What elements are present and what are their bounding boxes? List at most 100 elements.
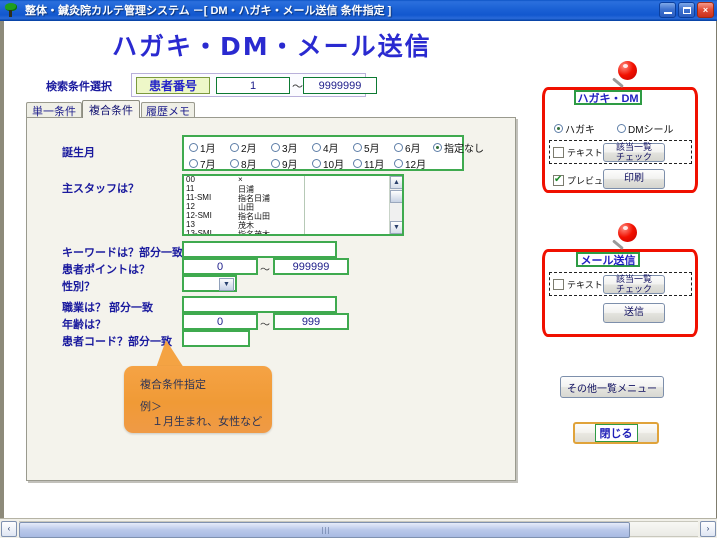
chevron-down-icon: ▼ — [219, 278, 234, 291]
radio-label: 指定なし — [444, 144, 484, 155]
age-from-input[interactable]: 0 — [182, 313, 258, 330]
age-to-input[interactable]: 999 — [273, 313, 349, 330]
radio-month-2[interactable]: 2月 — [230, 140, 257, 155]
radio-month-10[interactable]: 10月 — [312, 156, 344, 171]
radio-media-dm-sticker[interactable]: DMシール — [617, 121, 674, 136]
radio-month-11[interactable]: 11月 — [353, 156, 384, 171]
restore-button[interactable] — [678, 2, 695, 18]
radio-month-5[interactable]: 5月 — [353, 140, 380, 155]
checkbox-icon — [553, 147, 564, 158]
radio-label: 10月 — [323, 160, 345, 171]
radio-label: DMシール — [628, 125, 674, 136]
radio-label: 12月 — [405, 160, 427, 171]
keyword-input[interactable] — [182, 241, 337, 258]
gender-label: 性別？ — [62, 281, 95, 293]
mail-check-list-button[interactable]: 該当一覧 チェック — [603, 274, 665, 294]
radio-dot-icon — [189, 143, 198, 152]
list-item[interactable]: 13-SMI 指名茂木 — [184, 229, 388, 236]
age-range-separator: ～ — [260, 320, 270, 331]
staff-code: 00 — [186, 175, 195, 184]
checkbox-checked-icon — [553, 174, 564, 186]
radio-dot-selected-icon — [433, 143, 442, 152]
condition-tabstrip: 単一条件 複合条件 履歴メモ — [26, 100, 516, 118]
patient-number-range-group: 患者番号 1 ～ 9999999 — [131, 73, 377, 97]
radio-label: 7月 — [200, 160, 216, 171]
print-button[interactable]: 印刷 — [603, 169, 665, 189]
radio-month-6[interactable]: 6月 — [394, 140, 421, 155]
age-label: 年齢は？ — [62, 319, 106, 331]
staff-code: 13 — [186, 220, 195, 229]
main-staff-label: 主スタッフは？ — [62, 183, 139, 195]
gender-select[interactable]: ▼ — [182, 275, 237, 292]
radio-month-8[interactable]: 8月 — [230, 156, 257, 171]
main-staff-listbox[interactable]: 00 × 11 日浦 11-SMI 指名日浦 12 山田 12-SMI 指名山田 13 茂木… — [182, 174, 404, 236]
tab-history-memo[interactable]: 履歴メモ — [141, 102, 195, 118]
radio-label: 6月 — [405, 144, 421, 155]
horizontal-scrollbar[interactable]: ‹ › — [0, 518, 717, 538]
tree-icon — [3, 2, 19, 18]
keyword-label: キーワードは？部分一致 — [62, 247, 183, 259]
radio-dot-icon — [617, 124, 626, 133]
patient-points-to-input[interactable]: 999999 — [273, 258, 349, 275]
scroll-down-icon[interactable]: ▼ — [390, 221, 402, 234]
staff-name: 指名茂木 — [238, 230, 270, 236]
staff-code: 11 — [186, 184, 195, 193]
radio-month-4[interactable]: 4月 — [312, 140, 339, 155]
tab-single-condition[interactable]: 単一条件 — [26, 102, 82, 118]
patient-number-to-input[interactable]: 9999999 — [303, 77, 377, 94]
minimize-button[interactable] — [659, 2, 676, 18]
radio-dot-icon — [394, 143, 403, 152]
callout-title: 複合条件指定 — [140, 379, 206, 391]
radio-month-7[interactable]: 7月 — [189, 156, 216, 171]
client-area: ハガキ・DM・メール送信 検索条件選択 患者番号 1 ～ 9999999 単一条… — [0, 21, 717, 518]
patient-points-from-input[interactable]: 0 — [182, 258, 258, 275]
scroll-up-icon[interactable]: ▲ — [390, 176, 402, 189]
radio-label: 2月 — [241, 144, 257, 155]
radio-month-3[interactable]: 3月 — [271, 140, 298, 155]
points-range-separator: ～ — [260, 265, 270, 276]
search-condition-label: 検索条件選択 — [46, 81, 112, 93]
postcard-check-list-button[interactable]: 該当一覧 チェック — [603, 142, 665, 162]
job-input[interactable] — [182, 296, 337, 313]
scrollbar-thumb[interactable] — [19, 521, 631, 538]
patient-code-input[interactable] — [182, 330, 250, 347]
other-list-menu-button[interactable]: その他一覧メニュー — [560, 376, 664, 398]
composite-condition-hint-callout: 複合条件指定 例＞ １月生まれ、女性など — [124, 366, 272, 433]
window-app-title: 整体・鍼灸院カルテ管理システム — [25, 5, 190, 17]
radio-dot-icon — [230, 143, 239, 152]
radio-dot-icon — [353, 159, 362, 168]
radio-label: 5月 — [364, 144, 380, 155]
tab-composite-condition[interactable]: 複合条件 — [82, 100, 140, 118]
postcard-dm-panel-title: ハガキ・DM — [574, 90, 642, 105]
application-window: 整体・鍼灸院カルテ管理システム －[ DM・ハガキ・メール送信 条件指定 ] ×… — [0, 0, 717, 538]
radio-dot-icon — [271, 159, 280, 168]
send-mail-button[interactable]: 送信 — [603, 303, 665, 323]
callout-example-text: １月生まれ、女性など — [152, 416, 263, 428]
radio-dot-icon — [353, 143, 362, 152]
radio-dot-icon — [189, 159, 198, 168]
close-button[interactable]: 閉じる — [573, 422, 659, 444]
radio-month-1[interactable]: 1月 — [189, 140, 216, 155]
radio-month-none[interactable]: 指定なし — [433, 140, 484, 155]
radio-label: 4月 — [323, 144, 339, 155]
radio-media-postcard[interactable]: ハガキ — [554, 121, 595, 136]
patient-number-from-input[interactable]: 1 — [216, 77, 290, 94]
scroll-left-icon[interactable]: ‹ — [1, 520, 17, 537]
radio-label: 8月 — [241, 160, 257, 171]
scrollbar-thumb[interactable] — [390, 190, 402, 203]
form-canvas: ハガキ・DM・メール送信 検索条件選択 患者番号 1 ～ 9999999 単一条… — [4, 21, 716, 518]
scroll-right-icon[interactable]: › — [700, 520, 716, 537]
callout-tail — [156, 340, 184, 368]
window-doc-title: －[ DM・ハガキ・メール送信 条件指定 ] — [192, 5, 392, 17]
close-window-button[interactable]: × — [697, 2, 714, 18]
scrollbar-track[interactable] — [19, 520, 698, 538]
radio-label: 1月 — [200, 144, 216, 155]
radio-month-9[interactable]: 9月 — [271, 156, 298, 171]
radio-month-12[interactable]: 12月 — [394, 156, 426, 171]
close-icon: × — [702, 4, 709, 15]
birth-month-label: 誕生月 — [62, 147, 95, 159]
page-title: ハガキ・DM・メール送信 — [112, 32, 432, 61]
listbox-scrollbar[interactable]: ▲ ▼ — [389, 176, 402, 234]
window-title: 整体・鍼灸院カルテ管理システム －[ DM・ハガキ・メール送信 条件指定 ] — [25, 2, 391, 18]
mail-send-panel-title: メール送信 — [576, 252, 640, 267]
